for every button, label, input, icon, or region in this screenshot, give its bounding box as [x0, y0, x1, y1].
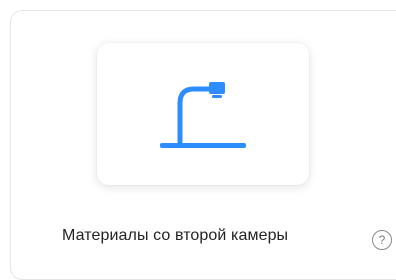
help-circle-icon[interactable]: ? [372, 230, 392, 250]
second-camera-label: Материалы со второй камеры [62, 227, 289, 244]
second-camera-tile[interactable] [97, 43, 309, 185]
document-camera-icon [160, 82, 246, 148]
